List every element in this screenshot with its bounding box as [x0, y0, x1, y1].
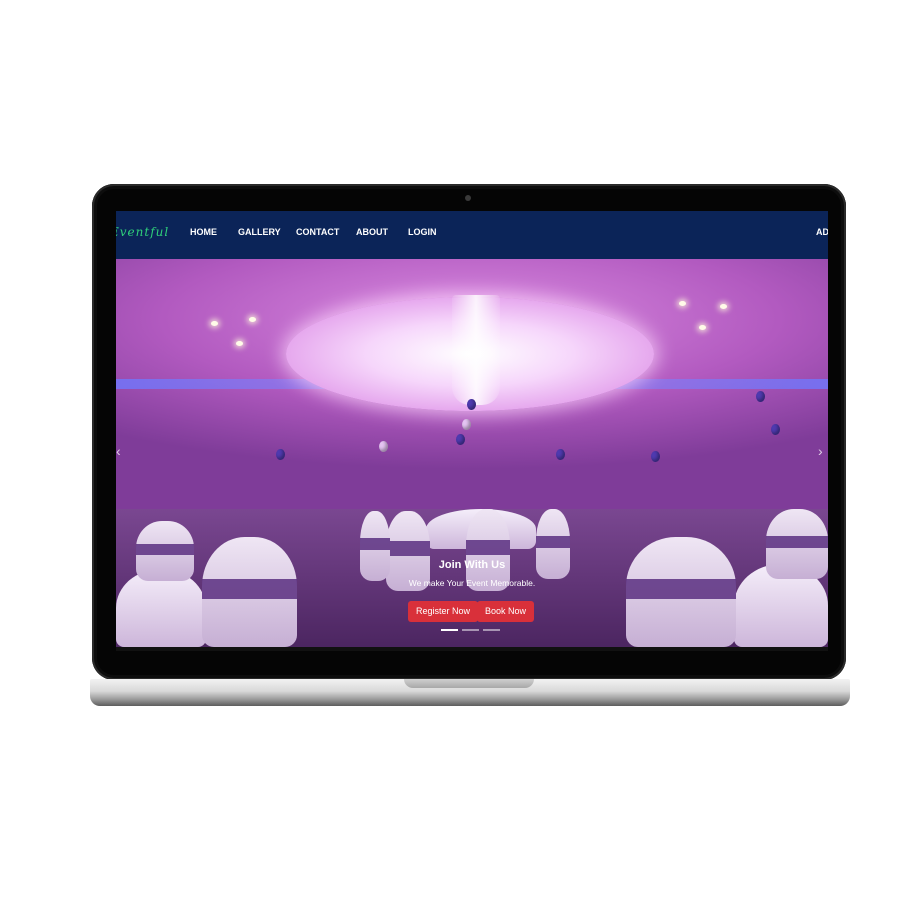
nav-login[interactable]: LOGIN	[406, 223, 439, 241]
hero-subtitle: We make Your Event Memorable.	[408, 578, 536, 588]
chevron-right-icon[interactable]: ›	[818, 443, 823, 459]
book-now-button[interactable]: Book Now	[477, 601, 535, 622]
balloon	[651, 451, 660, 462]
ceiling-light	[720, 304, 727, 309]
carousel-indicator-1[interactable]	[441, 629, 458, 631]
nav-about[interactable]: ABOUT	[354, 223, 390, 241]
balloon	[771, 424, 780, 435]
website-screen: Eventful HOME GALLERY CONTACT ABOUT LOGI…	[116, 211, 828, 651]
nav-admin[interactable]: AD	[814, 223, 828, 241]
balloon	[556, 449, 565, 460]
banquet-chair	[136, 521, 194, 581]
laptop-notch	[404, 679, 534, 688]
banquet-chair	[202, 537, 297, 647]
banquet-chair	[626, 537, 736, 647]
nav-contact[interactable]: CONTACT	[294, 223, 341, 241]
carousel-indicator-2[interactable]	[462, 629, 479, 631]
navbar: Eventful HOME GALLERY CONTACT ABOUT LOGI…	[116, 211, 828, 259]
laptop-base	[90, 679, 850, 706]
ceiling-light	[679, 301, 686, 306]
balloon	[456, 434, 465, 445]
balloon	[379, 441, 388, 452]
chevron-left-icon[interactable]: ‹	[116, 443, 121, 459]
carousel-indicator-3[interactable]	[483, 629, 500, 631]
ceiling-light	[699, 325, 706, 330]
nav-home[interactable]: HOME	[188, 223, 219, 241]
nav-gallery[interactable]: GALLERY	[236, 223, 283, 241]
balloon	[276, 449, 285, 460]
balloon	[756, 391, 765, 402]
balloon	[467, 399, 476, 410]
camera-icon	[465, 195, 471, 201]
hero-carousel: ‹ › Join With Us We make Your Event Memo…	[116, 259, 828, 647]
hero-title: Join With Us	[438, 559, 506, 571]
ceiling-light	[249, 317, 256, 322]
balloon	[462, 419, 471, 430]
ceiling-light	[236, 341, 243, 346]
ceiling-light	[211, 321, 218, 326]
chandelier	[452, 295, 500, 405]
brand-logo[interactable]: Eventful	[116, 225, 169, 239]
register-now-button[interactable]: Register Now	[408, 601, 479, 622]
